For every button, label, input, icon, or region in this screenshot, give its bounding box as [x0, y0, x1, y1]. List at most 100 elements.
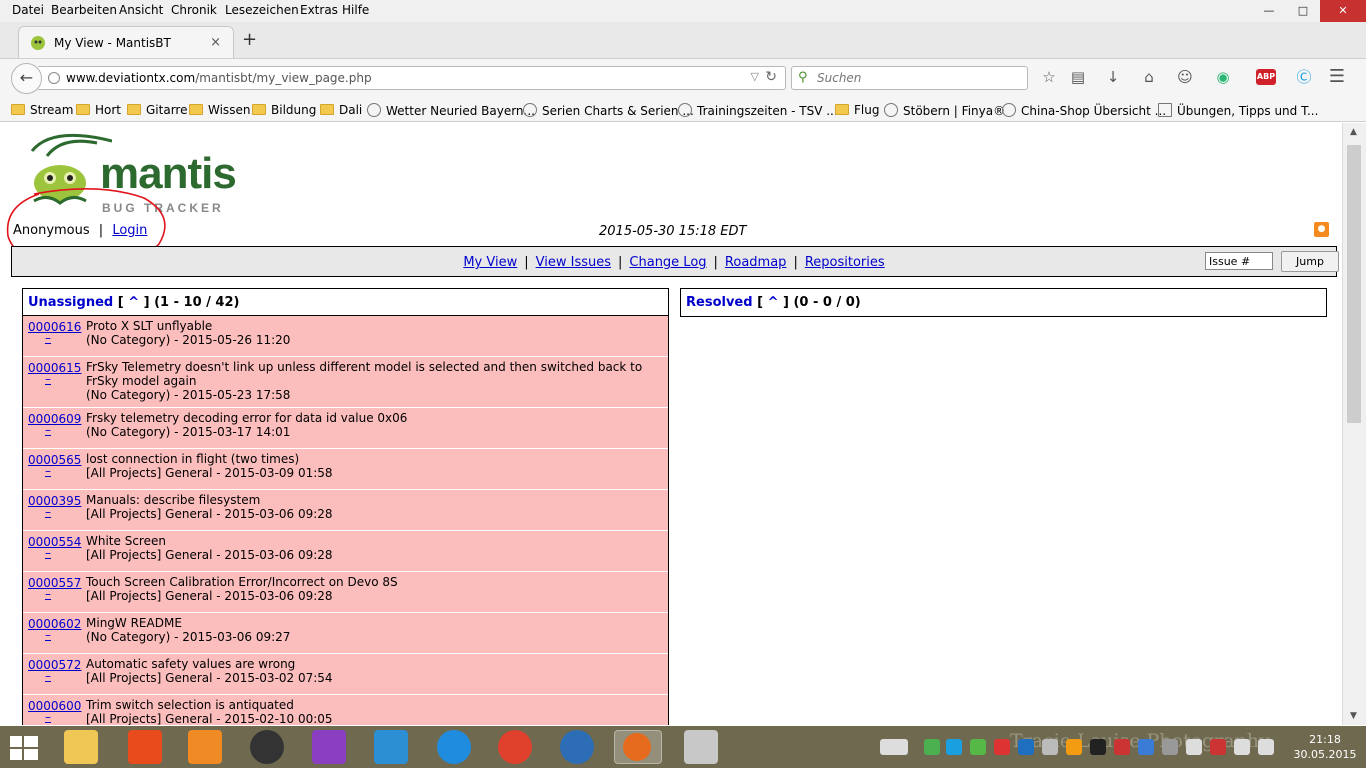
menu-bearbeiten[interactable]: Bearbeiten [51, 3, 117, 17]
menu-view-issues[interactable]: View Issues [536, 255, 611, 270]
jump-button[interactable]: Jump [1281, 251, 1339, 272]
bookmark-item[interactable]: Übungen, Tipps und T... [1158, 103, 1318, 118]
menu-chronik[interactable]: Chronik [171, 3, 217, 17]
home-icon[interactable]: ⌂ [1139, 67, 1159, 87]
bookmark-item[interactable]: Stöbern | Finya® [884, 103, 1005, 118]
bookmark-item[interactable]: China-Shop Übersicht ... [1002, 103, 1166, 118]
menu-roadmap[interactable]: Roadmap [725, 255, 787, 270]
bookmark-item[interactable]: Dali [320, 103, 362, 117]
issue-id-link[interactable]: 0000565 [28, 453, 81, 467]
adblock-icon[interactable]: ABP [1256, 69, 1276, 85]
resolved-title-link[interactable]: Resolved [686, 295, 753, 310]
issue-expand-toggle[interactable]: – [45, 710, 51, 724]
bird-app-icon[interactable] [374, 730, 408, 764]
back-button[interactable]: ← [11, 63, 42, 94]
issue-expand-toggle[interactable]: – [45, 423, 51, 437]
issue-id-link[interactable]: 0000602 [28, 617, 81, 631]
issue-id-link[interactable]: 0000572 [28, 658, 81, 672]
issue-id-link[interactable]: 0000554 [28, 535, 81, 549]
puzzle-app-icon[interactable] [312, 730, 346, 764]
menu-ansicht[interactable]: Ansicht [119, 3, 163, 17]
resolved-caret-link[interactable]: ^ [768, 295, 779, 310]
close-window-icon[interactable]: ✕ [1320, 0, 1366, 22]
tray-app-icon[interactable] [924, 739, 940, 755]
bookmark-item[interactable]: Hort [76, 103, 121, 117]
rss-icon[interactable]: ● [1314, 222, 1329, 237]
url-bar[interactable]: www.deviationtx.com/mantisbt/my_view_pag… [38, 66, 786, 90]
download-icon[interactable]: ↓ [1103, 67, 1123, 87]
keyboard-icon[interactable] [880, 739, 908, 755]
tab-my-view[interactable]: My View - MantisBT × [18, 26, 234, 58]
login-link[interactable]: Login [112, 223, 147, 238]
minimize-icon[interactable]: — [1252, 0, 1286, 22]
bookmark-item[interactable]: Serien Charts & Serien ... [523, 103, 694, 118]
tray-app-icon[interactable] [1114, 739, 1130, 755]
network-icon[interactable] [1234, 739, 1250, 755]
issue-id-link[interactable]: 0000616 [28, 320, 81, 334]
windows-start-icon[interactable] [10, 736, 38, 760]
issue-id-link[interactable]: 0000609 [28, 412, 81, 426]
tray-app-icon[interactable] [1018, 739, 1034, 755]
tab-close-icon[interactable]: × [210, 35, 221, 50]
new-tab-button[interactable]: + [242, 29, 257, 50]
tray-app-icon[interactable] [1138, 739, 1154, 755]
scroll-down-icon[interactable]: ▼ [1350, 711, 1357, 721]
hello-chat-icon[interactable]: ☺ [1175, 67, 1195, 87]
menu-datei[interactable]: Datei [12, 3, 44, 17]
bookmark-star-icon[interactable]: ☆ [1039, 67, 1059, 87]
bookmark-item[interactable]: Flug [835, 103, 879, 117]
bookmark-item[interactable]: Wissen [189, 103, 250, 117]
menu-hilfe[interactable]: Hilfe [342, 3, 369, 17]
tray-app-icon[interactable] [1162, 739, 1178, 755]
unassigned-title-link[interactable]: Unassigned [28, 295, 113, 310]
tray-app-icon[interactable] [1066, 739, 1082, 755]
action-center-icon[interactable] [1186, 739, 1202, 755]
tray-app-icon[interactable] [1090, 739, 1106, 755]
disc-burner-icon[interactable] [250, 730, 284, 764]
bookmark-item[interactable]: Wetter Neuried Bayern... [367, 103, 535, 118]
issue-id-link[interactable]: 0000557 [28, 576, 81, 590]
tray-app-icon[interactable] [994, 739, 1010, 755]
addon-green-icon[interactable]: ◉ [1213, 67, 1233, 87]
issue-number-input[interactable]: Issue # [1205, 252, 1273, 270]
skype-icon[interactable]: Ⓒ [1294, 67, 1314, 87]
internet-explorer-icon[interactable] [437, 730, 471, 764]
maximize-icon[interactable]: □ [1286, 0, 1320, 22]
media-player-icon[interactable] [188, 730, 222, 764]
bookmark-item[interactable]: Stream [11, 103, 73, 117]
issue-expand-toggle[interactable]: – [45, 628, 51, 642]
issue-id-link[interactable]: 0000395 [28, 494, 81, 508]
menu-extras[interactable]: Extras [300, 3, 338, 17]
tray-x-icon[interactable] [946, 739, 962, 755]
chip-app-icon[interactable] [684, 730, 718, 764]
issue-expand-toggle[interactable]: – [45, 546, 51, 560]
reload-icon[interactable]: ↻ [765, 69, 777, 85]
scrollbar-thumb[interactable] [1347, 145, 1361, 423]
bookmark-item[interactable]: Trainingszeiten - TSV ... [678, 103, 838, 118]
tray-app-icon[interactable] [970, 739, 986, 755]
taskbar-clock[interactable]: 21:18 30.05.2015 [1290, 732, 1360, 762]
issue-id-link[interactable]: 0000615 [28, 361, 81, 375]
volume-icon[interactable] [1258, 739, 1274, 755]
search-box[interactable]: ⚲ Suchen [791, 66, 1028, 90]
issue-expand-toggle[interactable]: – [45, 464, 51, 478]
bookmark-item[interactable]: Bildung [252, 103, 316, 117]
scroll-up-icon[interactable]: ▲ [1350, 127, 1357, 137]
issue-expand-toggle[interactable]: – [45, 669, 51, 683]
issue-expand-toggle[interactable]: – [45, 587, 51, 601]
unassigned-caret-link[interactable]: ^ [128, 295, 139, 310]
issue-expand-toggle[interactable]: – [45, 331, 51, 345]
thunderbird-icon[interactable] [560, 730, 594, 764]
issue-expand-toggle[interactable]: – [45, 372, 51, 386]
hamburger-menu-icon[interactable]: ☰ [1327, 67, 1347, 87]
menu-repositories[interactable]: Repositories [805, 255, 885, 270]
page-scrollbar[interactable]: ▲ ▼ [1342, 123, 1366, 725]
url-dropdown-icon[interactable]: ▽ [751, 70, 759, 83]
reading-list-icon[interactable]: ▤ [1068, 67, 1088, 87]
menu-my-view[interactable]: My View [463, 255, 517, 270]
chrome-icon[interactable] [498, 730, 532, 764]
file-explorer-icon[interactable] [64, 730, 98, 764]
office-icon[interactable] [128, 730, 162, 764]
issue-expand-toggle[interactable]: – [45, 505, 51, 519]
bookmark-item[interactable]: Gitarre [127, 103, 187, 117]
